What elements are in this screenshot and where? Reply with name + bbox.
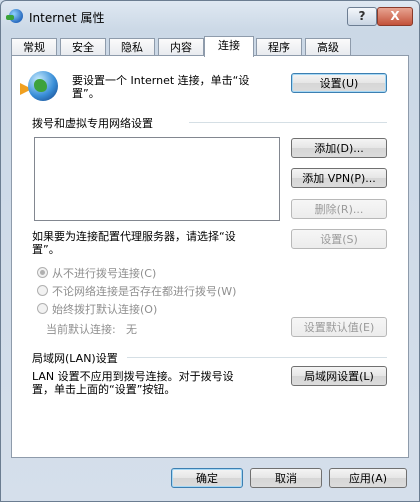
never-dial-radio[interactable] (37, 267, 48, 278)
dialup-divider (189, 122, 387, 123)
lan-settings-button[interactable]: 局域网设置(L) (291, 366, 387, 386)
close-button[interactable]: X (377, 7, 413, 26)
tab-general[interactable]: 常规 (11, 38, 57, 56)
always-dial-default-radio[interactable] (37, 303, 48, 314)
proxy-description: 如果要为连接配置代理服务器，请选择“设 置”。 (32, 230, 288, 256)
add-vpn-button[interactable]: 添加 VPN(P)... (291, 168, 387, 188)
help-button[interactable]: ? (347, 7, 377, 26)
tab-content[interactable]: 内容 (158, 38, 204, 56)
ok-button[interactable]: 确定 (171, 468, 243, 488)
current-default-label: 当前默认连接: (46, 323, 116, 336)
proxy-text-line2: 置”。 (32, 243, 60, 256)
setup-description: 要设置一个 Internet 连接，单击“设 置”。 (72, 74, 292, 100)
tab-advanced[interactable]: 高级 (305, 38, 351, 56)
tab-connections[interactable]: 连接 (204, 36, 254, 57)
add-button[interactable]: 添加(D)... (291, 138, 387, 158)
remove-button[interactable]: 删除(R)... (291, 199, 387, 219)
lan-text-line2: 置，单击上面的“设置”按钮。 (32, 383, 176, 396)
dialup-heading: 拨号和虚拟专用网络设置 (32, 117, 153, 130)
internet-globe-icon (28, 71, 58, 101)
cancel-button[interactable]: 取消 (250, 468, 322, 488)
apply-button[interactable]: 应用(A) (329, 468, 407, 488)
internet-globe-icon (6, 9, 23, 23)
window-title: Internet 属性 (29, 11, 105, 25)
settings-button[interactable]: 设置(S) (291, 229, 387, 249)
always-dial-default-label: 始终拨打默认连接(O) (52, 303, 158, 316)
lan-heading: 局域网(LAN)设置 (32, 352, 118, 365)
connections-panel: 要设置一个 Internet 连接，单击“设 置”。 设置(U) 拨号和虚拟专用… (11, 55, 409, 458)
tab-programs[interactable]: 程序 (256, 38, 302, 56)
set-default-button[interactable]: 设置默认值(E) (291, 317, 387, 337)
tab-privacy[interactable]: 隐私 (109, 38, 155, 56)
tab-security[interactable]: 安全 (60, 38, 106, 56)
lan-divider (127, 357, 387, 358)
dial-when-no-network-radio[interactable] (37, 285, 48, 296)
never-dial-label: 从不进行拨号连接(C) (52, 267, 157, 280)
proxy-text-line1: 如果要为连接配置代理服务器，请选择“设 (32, 230, 236, 243)
setup-text-line2: 置”。 (72, 87, 100, 100)
title-bar[interactable]: Internet 属性 ? X (1, 1, 419, 31)
current-default-value: 无 (126, 323, 137, 336)
dial-when-no-network-label: 不论网络连接是否存在都进行拨号(W) (52, 285, 237, 298)
connections-list[interactable] (34, 137, 280, 221)
lan-description: LAN 设置不应用到拨号连接。对于拨号设 置，单击上面的“设置”按钮。 (32, 370, 288, 396)
setup-text-line1: 要设置一个 Internet 连接，单击“设 (72, 74, 250, 87)
internet-properties-window: Internet 属性 ? X 常规 安全 隐私 内容 连接 程序 高级 要设置… (0, 0, 420, 502)
setup-button[interactable]: 设置(U) (291, 73, 387, 93)
lan-text-line1: LAN 设置不应用到拨号连接。对于拨号设 (32, 370, 234, 383)
